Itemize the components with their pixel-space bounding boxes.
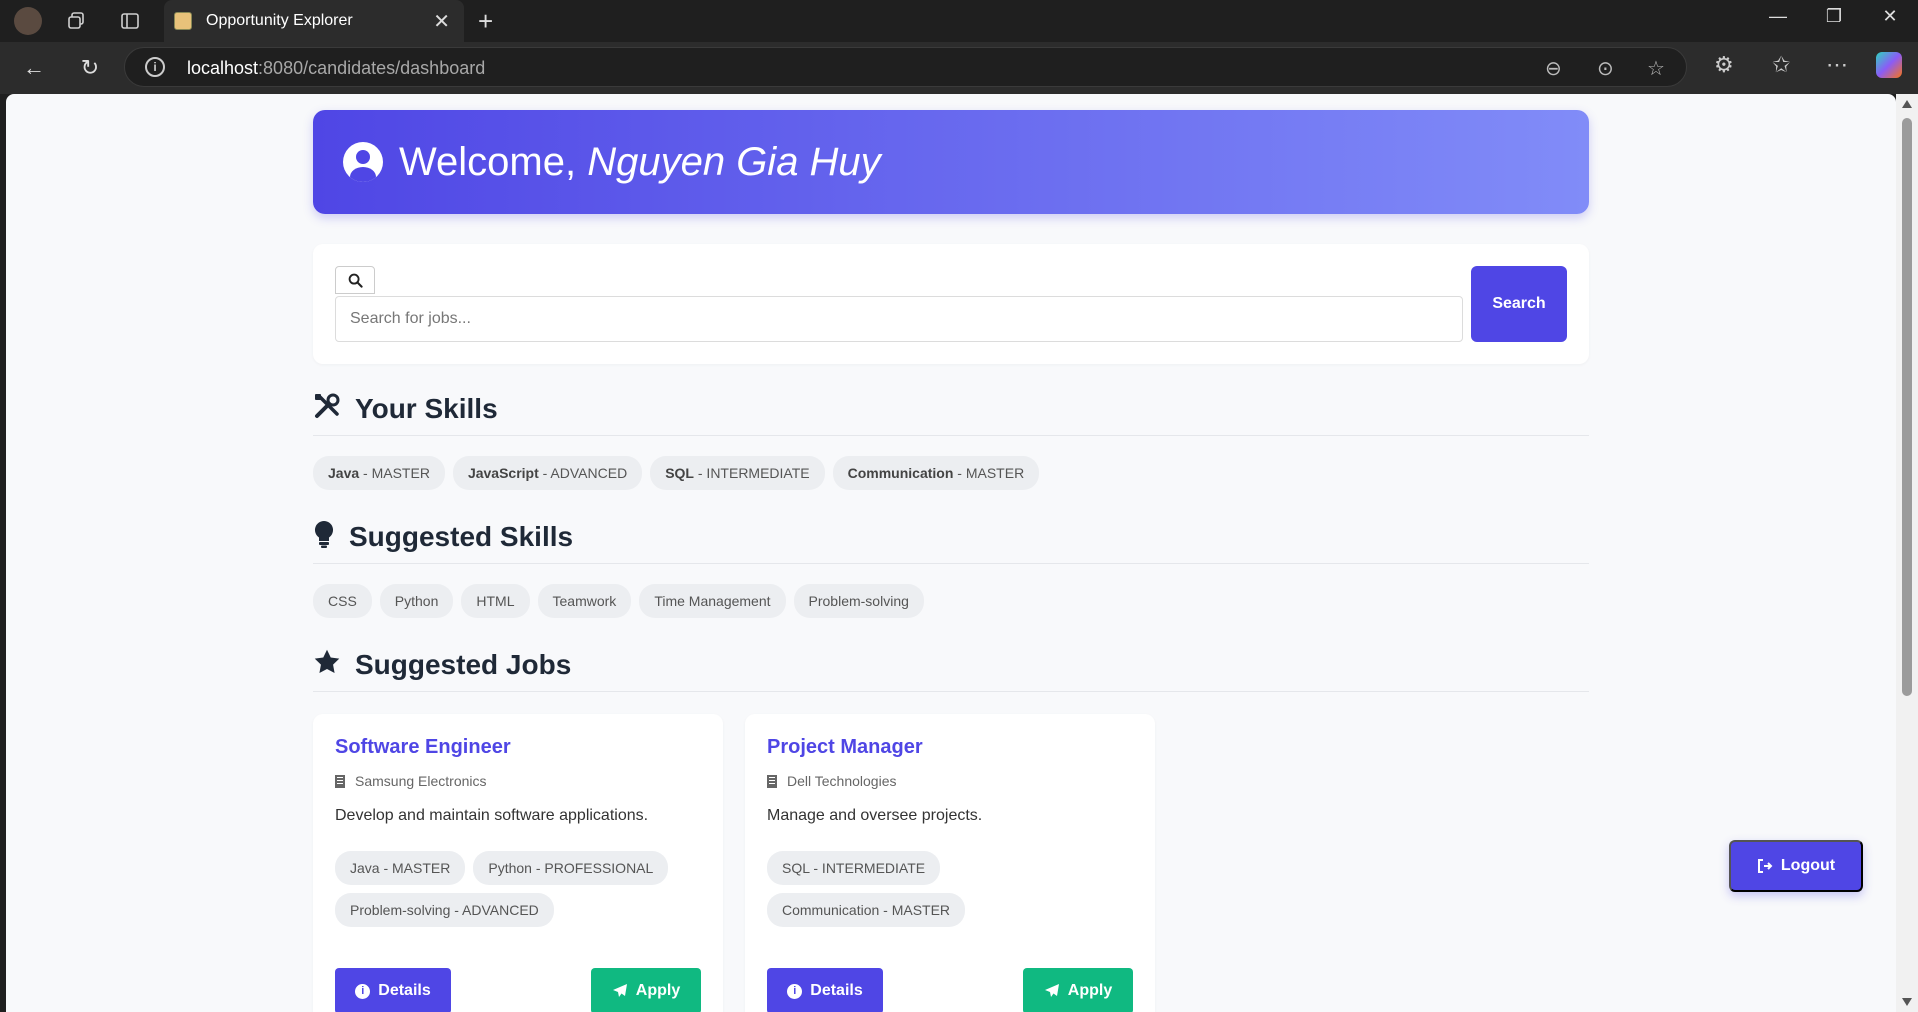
favorites-icon[interactable]: ✩ xyxy=(1772,52,1790,78)
suggested-skill-pill: Time Management xyxy=(639,584,786,618)
your-skills-title: Your Skills xyxy=(355,392,498,424)
more-options-icon[interactable]: ⋯ xyxy=(1826,52,1848,78)
site-info-icon[interactable]: i xyxy=(145,57,165,77)
job-actions: i Details Apply xyxy=(335,968,701,1012)
job-skill-pill: Problem-solving - ADVANCED xyxy=(335,893,554,927)
extensions-icon[interactable]: ⚙ xyxy=(1714,52,1734,78)
reading-mode-icon[interactable]: ⊙ xyxy=(1597,56,1614,81)
new-tab-icon[interactable]: + xyxy=(478,8,493,34)
tab-opportunity-explorer[interactable]: Opportunity Explorer ✕ xyxy=(164,0,464,42)
browser-toolbar: ← ↻ i localhost:8080/candidates/dashboar… xyxy=(0,42,1918,94)
browser-tab-bar: Opportunity Explorer ✕ + — ❐ ✕ xyxy=(0,0,1918,42)
search-card: Search xyxy=(313,244,1589,364)
welcome-heading: Welcome, Nguyen Gia Huy xyxy=(399,139,881,184)
welcome-banner: Welcome, Nguyen Gia Huy xyxy=(313,110,1589,214)
paper-plane-icon xyxy=(1044,984,1059,997)
details-button[interactable]: i Details xyxy=(335,968,451,1012)
apply-button[interactable]: Apply xyxy=(1023,968,1133,1012)
suggested-skills-section: Suggested Skills CSS Python HTML Teamwor… xyxy=(313,520,1589,618)
user-name: Nguyen Gia Huy xyxy=(587,139,881,184)
suggested-skill-pill: Teamwork xyxy=(537,584,632,618)
job-skill-pill: Communication - MASTER xyxy=(767,893,966,927)
skill-pill: Communication - MASTER xyxy=(832,456,1040,490)
suggested-jobs-section: Suggested Jobs Software Engineer Samsung… xyxy=(313,648,1589,1012)
user-circle-icon xyxy=(343,142,383,182)
tools-icon xyxy=(313,392,341,425)
lightbulb-icon xyxy=(313,520,335,553)
job-description: Manage and oversee projects. xyxy=(767,807,983,824)
skill-pill: SQL - INTERMEDIATE xyxy=(650,456,825,490)
building-icon xyxy=(767,774,777,788)
job-skills: SQL - INTERMEDIATE Communication - MASTE… xyxy=(767,851,1147,927)
job-company: Dell Technologies xyxy=(767,773,1133,789)
scroll-down-icon[interactable] xyxy=(1902,998,1912,1006)
suggested-jobs-header: Suggested Jobs xyxy=(313,648,1589,692)
search-button[interactable]: Search xyxy=(1471,266,1567,342)
job-skill-pill: Python - PROFESSIONAL xyxy=(473,851,669,885)
job-skills: Java - MASTER Python - PROFESSIONAL Prob… xyxy=(335,851,715,927)
search-input[interactable] xyxy=(335,296,1463,342)
close-tab-icon[interactable]: ✕ xyxy=(433,9,450,34)
restore-icon[interactable]: ❐ xyxy=(1814,6,1854,27)
suggested-skill-pill: CSS xyxy=(313,584,372,618)
tab-actions-icon[interactable] xyxy=(118,9,142,33)
your-skills-header: Your Skills xyxy=(313,392,1589,436)
job-skill-pill: SQL - INTERMEDIATE xyxy=(767,851,941,885)
search-icon xyxy=(335,266,375,294)
job-card: Project Manager Dell Technologies Manage… xyxy=(745,714,1155,1012)
job-actions: i Details Apply xyxy=(767,968,1133,1012)
suggested-skill-pill: HTML xyxy=(461,584,530,618)
job-company: Samsung Electronics xyxy=(335,773,701,789)
minimize-icon[interactable]: — xyxy=(1758,6,1798,27)
sign-out-icon xyxy=(1757,859,1773,873)
suggested-skills-header: Suggested Skills xyxy=(313,520,1589,564)
job-skill-pill: Java - MASTER xyxy=(335,851,466,885)
refresh-icon[interactable]: ↻ xyxy=(76,54,104,82)
page-viewport: Welcome, Nguyen Gia Huy Search Your Skil… xyxy=(6,94,1896,1012)
info-icon: i xyxy=(787,983,803,999)
star-icon xyxy=(313,648,341,681)
copilot-icon[interactable] xyxy=(1876,52,1902,78)
building-icon xyxy=(335,774,345,788)
favorite-star-icon[interactable]: ☆ xyxy=(1647,56,1665,81)
job-title-link[interactable]: Project Manager xyxy=(767,736,1133,759)
your-skills-list: Java - MASTER JavaScript - ADVANCED SQL … xyxy=(313,456,1589,490)
url-text[interactable]: localhost:8080/candidates/dashboard xyxy=(187,58,485,79)
close-window-icon[interactable]: ✕ xyxy=(1870,6,1910,27)
site-favicon-icon xyxy=(174,12,192,30)
job-list: Software Engineer Samsung Electronics De… xyxy=(313,714,1589,1012)
tab-title: Opportunity Explorer xyxy=(206,12,353,29)
job-title-link[interactable]: Software Engineer xyxy=(335,736,701,759)
apply-button[interactable]: Apply xyxy=(591,968,701,1012)
workspaces-icon[interactable] xyxy=(64,9,88,33)
job-card: Software Engineer Samsung Electronics De… xyxy=(313,714,723,1012)
zoom-out-icon[interactable]: ⊖ xyxy=(1545,56,1562,81)
details-button[interactable]: i Details xyxy=(767,968,883,1012)
suggested-skill-pill: Python xyxy=(379,584,454,618)
skill-pill: Java - MASTER xyxy=(313,456,445,490)
scrollbar-thumb[interactable] xyxy=(1902,118,1912,696)
scroll-up-icon[interactable] xyxy=(1902,100,1912,108)
dashboard-container: Welcome, Nguyen Gia Huy Search Your Skil… xyxy=(313,110,1589,1012)
logout-button[interactable]: Logout xyxy=(1729,840,1863,892)
paper-plane-icon xyxy=(612,984,627,997)
info-icon: i xyxy=(355,983,371,999)
your-skills-section: Your Skills Java - MASTER JavaScript - A… xyxy=(313,392,1589,490)
suggested-skill-pill: Problem-solving xyxy=(793,584,924,618)
back-arrow-icon[interactable]: ← xyxy=(20,54,48,82)
suggested-jobs-title: Suggested Jobs xyxy=(355,648,572,680)
page-scrollbar[interactable] xyxy=(1896,94,1918,1012)
suggested-skills-title: Suggested Skills xyxy=(349,520,574,552)
skill-pill: JavaScript - ADVANCED xyxy=(452,456,643,490)
job-description: Develop and maintain software applicatio… xyxy=(335,807,649,824)
address-bar[interactable]: i localhost:8080/candidates/dashboard ⊖ … xyxy=(124,47,1687,87)
suggested-skills-list: CSS Python HTML Teamwork Time Management… xyxy=(313,584,1589,618)
profile-avatar[interactable] xyxy=(14,7,42,35)
